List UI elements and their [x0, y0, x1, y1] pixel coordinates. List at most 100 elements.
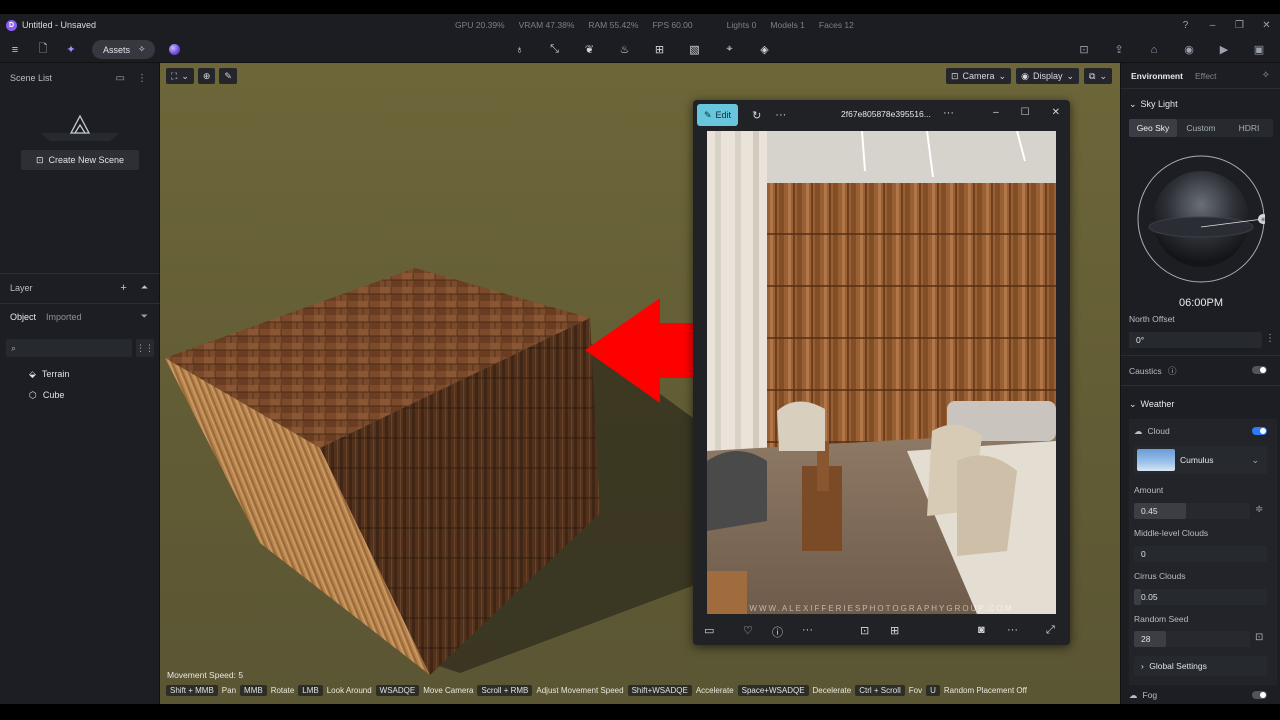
more-icon[interactable]: ···: [802, 624, 813, 636]
middle-clouds-slider[interactable]: 0: [1134, 546, 1267, 562]
gallery-icon[interactable]: ▣: [1250, 43, 1268, 56]
tree-item-label: Cube: [42, 390, 65, 400]
tree-item-terrain[interactable]: ⬙ Terrain: [29, 366, 69, 382]
world-space-button[interactable]: ⊕: [197, 68, 216, 84]
cirrus-clouds-slider[interactable]: 0.05: [1134, 589, 1267, 605]
interior-photo: WWW.ALEXIFFERIESPHOTOGRAPHYGROUP.COM: [707, 131, 1056, 614]
assets-button[interactable]: Assets ✧: [92, 40, 155, 59]
cloud-type-dropdown[interactable]: Cumulus ⌄: [1134, 446, 1267, 474]
tab-object[interactable]: Object: [10, 312, 36, 322]
window-title: Untitled - Unsaved: [22, 20, 97, 30]
tool-group: ♁ ⤡ ❦ ♨ ⊞ ▧ ⌖ ◈: [512, 36, 772, 63]
sky-mode-hdri[interactable]: HDRI: [1225, 119, 1273, 137]
chevron-down-icon: ⌄: [1099, 70, 1107, 81]
material-ball-icon[interactable]: [168, 44, 180, 55]
leaf-icon[interactable]: ❦: [582, 43, 597, 56]
light-bulb-icon[interactable]: ♁: [512, 44, 527, 56]
hotkey-hint: MMB Rotate: [240, 685, 294, 696]
minimize-icon[interactable]: –: [1199, 20, 1226, 31]
more-icon[interactable]: ⋮: [137, 73, 147, 84]
fire-icon[interactable]: ♨: [617, 43, 632, 56]
display-dropdown[interactable]: ◉ Display ⌄: [1016, 68, 1080, 84]
layer-search-input[interactable]: ⌕: [6, 339, 132, 357]
more-icon[interactable]: ···: [1007, 624, 1018, 636]
rotate-icon[interactable]: ↻: [752, 109, 761, 122]
fit-icon[interactable]: ⊡: [860, 624, 869, 637]
camera-icon[interactable]: ◉: [1180, 43, 1198, 56]
info-icon[interactable]: ⓘ: [772, 624, 783, 640]
close-icon[interactable]: ✕: [1052, 107, 1060, 118]
edit-button[interactable]: ✎ Edit: [697, 104, 739, 126]
tab-environment[interactable]: Environment: [1131, 71, 1183, 81]
pointer-icon[interactable]: ⌖: [722, 43, 737, 56]
sparkle-settings-icon[interactable]: ✧: [1262, 70, 1270, 81]
cloud-toggle[interactable]: [1252, 427, 1267, 435]
help-icon[interactable]: ⓘ: [1168, 366, 1177, 376]
time-of-day[interactable]: 06:00PM: [1121, 297, 1280, 309]
help-icon[interactable]: ?: [1172, 20, 1199, 31]
collapse-icon[interactable]: ⏶: [141, 282, 148, 294]
sun-position-dial[interactable]: ✳: [1137, 155, 1268, 283]
title-bar: D Untitled - Unsaved GPU 20.39% VRAM 47.…: [0, 14, 1280, 36]
snap-button[interactable]: ✎: [219, 68, 237, 84]
maximize-icon[interactable]: ❐: [1226, 20, 1253, 31]
camera-dropdown[interactable]: ⊡ Camera ⌄: [945, 68, 1012, 84]
camera-label: Camera: [962, 71, 995, 81]
add-icon[interactable]: +: [120, 282, 126, 294]
global-settings-expander[interactable]: › Global Settings: [1134, 656, 1267, 676]
close-icon[interactable]: ✕: [1253, 20, 1280, 31]
slider-settings-icon[interactable]: ≑: [1255, 504, 1263, 515]
camera-icon: ⊡: [950, 70, 959, 81]
vr-icon[interactable]: ⊡: [1075, 43, 1093, 56]
texture-icon[interactable]: ▧: [687, 43, 702, 56]
edit-label: Edit: [715, 110, 732, 120]
more-icon[interactable]: ···: [775, 109, 786, 121]
more-icon[interactable]: ···: [943, 107, 954, 119]
cloud-row: ☁ Cloud: [1134, 426, 1170, 437]
random-seed-slider[interactable]: 28: [1134, 631, 1250, 647]
tab-effect[interactable]: Effect: [1195, 71, 1217, 81]
file-icon[interactable]: 🗋: [36, 40, 50, 59]
letterbox-top: [0, 0, 1280, 14]
crop-icon[interactable]: ⊞: [890, 624, 899, 637]
hotkey-hint: Shift+WSADQE Accelerate: [627, 685, 734, 696]
ai-sparkle-icon[interactable]: ✦: [64, 43, 78, 56]
object-add-icon[interactable]: ⊞: [652, 43, 667, 56]
view-layout-dropdown[interactable]: ⧉ ⌄: [1084, 68, 1112, 84]
chevron-down-icon: ⌄: [1129, 399, 1137, 409]
grid-view-icon[interactable]: ⋮⋮: [136, 339, 154, 357]
filter-icon[interactable]: ⏷: [141, 311, 148, 322]
caustics-toggle[interactable]: [1252, 366, 1267, 374]
amount-slider[interactable]: 0.45: [1134, 503, 1250, 519]
fog-toggle[interactable]: [1252, 691, 1267, 699]
dice-icon[interactable]: ⊡: [1255, 632, 1263, 643]
expand-icon[interactable]: ⤢: [1046, 624, 1055, 637]
minimize-icon[interactable]: –: [993, 107, 999, 118]
chevron-down-icon: ⌄: [1129, 99, 1137, 109]
more-icon[interactable]: ⋮: [1265, 333, 1275, 344]
edit-icon: ✎: [704, 109, 712, 120]
screenshot-icon[interactable]: ◙: [978, 624, 985, 636]
menu-icon[interactable]: ≡: [8, 44, 22, 56]
filmstrip-icon[interactable]: ▭: [704, 624, 714, 637]
transform-mode-button[interactable]: ⛶ ⌄: [166, 68, 194, 84]
share-icon[interactable]: ⌂: [1145, 44, 1163, 56]
layers-icon[interactable]: ◈: [757, 43, 772, 56]
export-icon[interactable]: ⇪: [1110, 43, 1128, 56]
viewer-filename: 2f67e805878e395516...: [841, 109, 931, 119]
sky-light-header[interactable]: ⌄ Sky Light: [1129, 99, 1178, 110]
tab-imported[interactable]: Imported: [46, 312, 82, 322]
folder-icon[interactable]: ▭: [116, 73, 125, 84]
create-new-scene-button[interactable]: ⊡ Create New Scene: [21, 150, 139, 170]
favorite-icon[interactable]: ♡: [743, 624, 753, 637]
north-offset-field[interactable]: 0°: [1129, 332, 1262, 348]
vram-stat: VRAM 47.38%: [518, 20, 575, 30]
maximize-icon[interactable]: ☐: [1021, 107, 1030, 118]
video-icon[interactable]: ▶: [1215, 43, 1233, 56]
sky-mode-custom[interactable]: Custom: [1177, 119, 1225, 137]
weather-header[interactable]: ⌄ Weather: [1129, 399, 1174, 410]
path-icon[interactable]: ⤡: [547, 43, 562, 56]
tree-item-cube[interactable]: ⬡ Cube: [29, 387, 64, 403]
sky-mode-geo[interactable]: Geo Sky: [1129, 119, 1177, 137]
sky-mode-selector: Geo Sky Custom HDRI: [1129, 119, 1273, 137]
